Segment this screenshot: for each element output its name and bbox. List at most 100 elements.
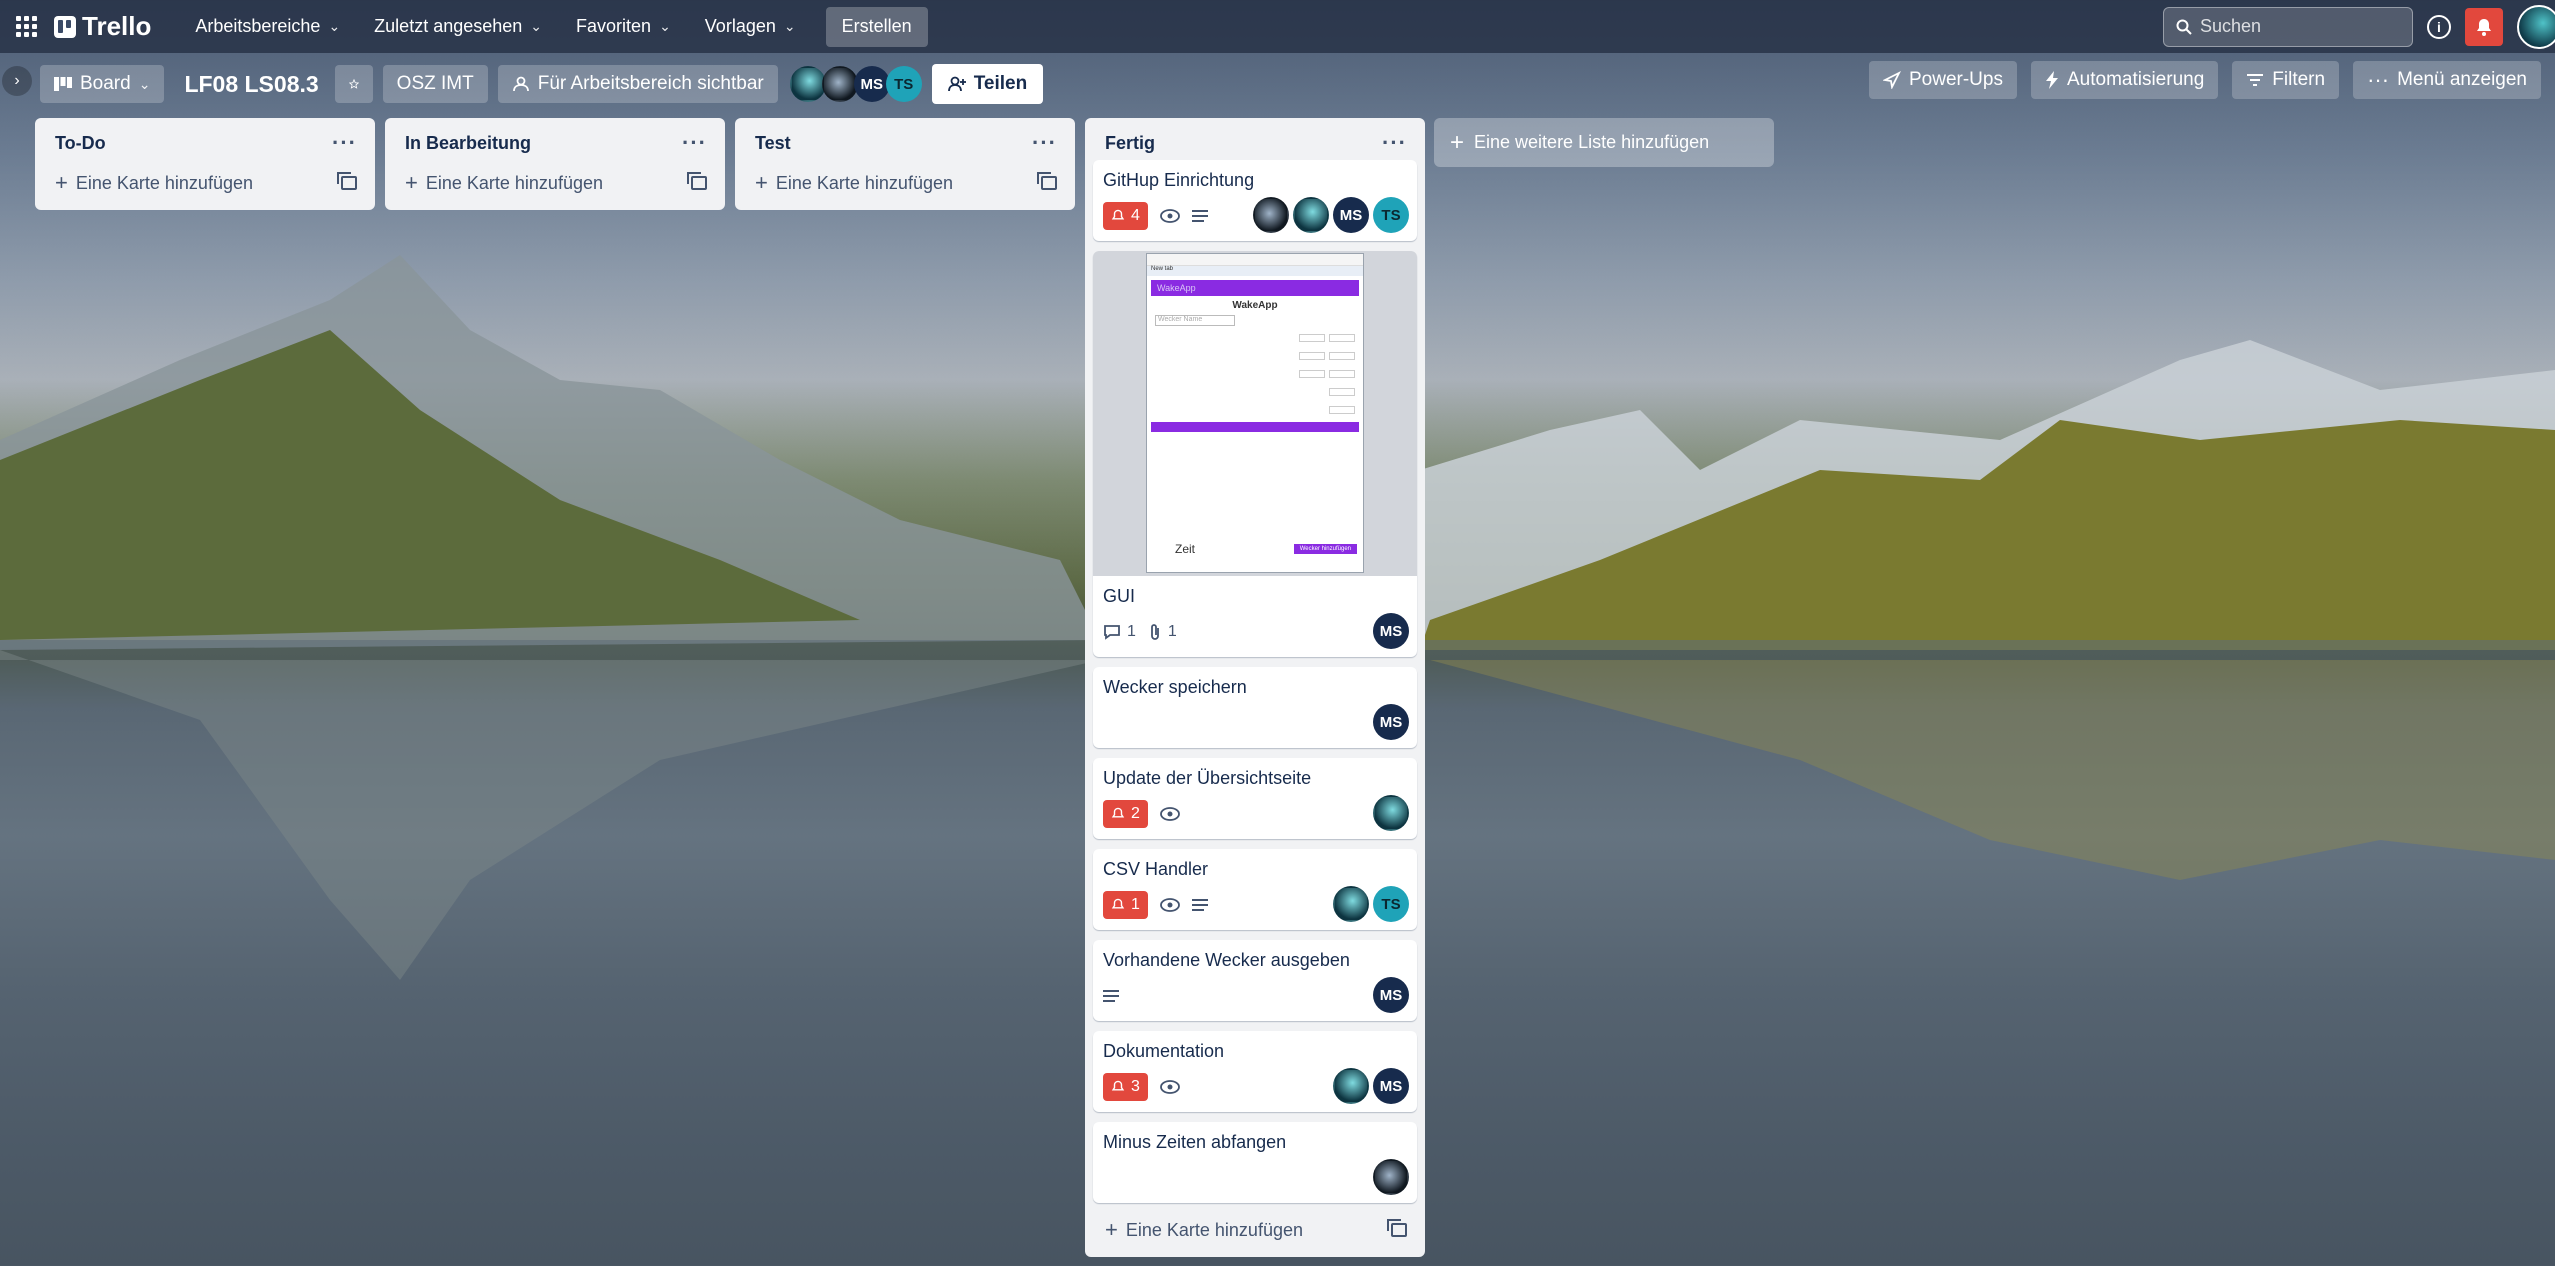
menu-starred[interactable]: Favoriten ⌄ bbox=[562, 9, 685, 45]
board-members: MS TS bbox=[789, 66, 922, 102]
member-avatar-ts[interactable]: TS bbox=[885, 66, 922, 102]
eye-icon bbox=[1160, 209, 1180, 223]
create-button[interactable]: Erstellen bbox=[825, 6, 928, 47]
template-icon[interactable] bbox=[1387, 1219, 1407, 1237]
card-dokumentation[interactable]: Dokumentation 3 MS bbox=[1093, 1031, 1417, 1112]
member-avatar-photo[interactable] bbox=[1333, 1068, 1369, 1104]
rocket-icon bbox=[1883, 71, 1901, 89]
visibility-button[interactable]: Für Arbeitsbereich sichtbar bbox=[497, 65, 778, 103]
powerups-label: Power-Ups bbox=[1909, 69, 2003, 90]
lightning-icon bbox=[2045, 71, 2058, 89]
comments-count: 1 bbox=[1127, 623, 1136, 640]
template-icon[interactable] bbox=[687, 172, 707, 190]
member-avatar-photo[interactable] bbox=[1373, 1159, 1409, 1195]
add-card-button[interactable]: + Eine Karte hinzufügen bbox=[393, 164, 717, 202]
bell-icon bbox=[1111, 209, 1125, 220]
list-menu-icon[interactable]: ··· bbox=[682, 132, 707, 154]
plus-icon: + bbox=[1450, 128, 1465, 156]
list-title[interactable]: Fertig bbox=[1105, 133, 1155, 154]
member-avatar-ms[interactable]: MS bbox=[1373, 613, 1409, 649]
member-avatar-photo[interactable] bbox=[1293, 197, 1329, 233]
plus-icon: + bbox=[755, 170, 768, 195]
bell-icon bbox=[1111, 807, 1125, 818]
card-csv-handler[interactable]: CSV Handler 1 TS bbox=[1093, 849, 1417, 930]
show-menu-button[interactable]: ··· Menü anzeigen bbox=[2353, 61, 2541, 99]
member-avatar-ms[interactable]: MS bbox=[1373, 977, 1409, 1013]
notifications-button[interactable] bbox=[2465, 7, 2503, 46]
window-titlebar bbox=[1147, 254, 1363, 266]
card-vorhandene-wecker[interactable]: Vorhandene Wecker ausgeben MS bbox=[1093, 940, 1417, 1021]
card-github[interactable]: GitHup Einrichtung 4 MS TS bbox=[1093, 160, 1417, 241]
list-done: Fertig ··· GitHup Einrichtung 4 MS TS Ne… bbox=[1085, 118, 1425, 1257]
member-avatar-photo[interactable] bbox=[1373, 795, 1409, 831]
member-avatar-ms[interactable]: MS bbox=[1373, 704, 1409, 740]
member-avatar-photo[interactable] bbox=[1333, 886, 1369, 922]
top-navigation: Trello Arbeitsbereiche ⌄ Zuletzt angesehe… bbox=[0, 0, 2555, 53]
eye-icon bbox=[1160, 898, 1180, 912]
member-avatar-ts[interactable]: TS bbox=[1373, 197, 1409, 233]
filter-label: Filtern bbox=[2272, 69, 2326, 90]
menu-workspaces[interactable]: Arbeitsbereiche ⌄ bbox=[181, 9, 354, 45]
add-card-button[interactable]: + Eine Karte hinzufügen bbox=[1093, 1211, 1417, 1249]
card-title: GitHup Einrichtung bbox=[1103, 170, 1255, 190]
add-card-label: Eine Karte hinzufügen bbox=[425, 172, 603, 193]
list-title[interactable]: Test bbox=[755, 133, 791, 154]
member-avatar-photo[interactable] bbox=[821, 66, 858, 102]
card-update-uebersicht[interactable]: Update der Übersichtseite 2 bbox=[1093, 758, 1417, 839]
menu-templates[interactable]: Vorlagen ⌄ bbox=[691, 9, 810, 45]
app-switcher-icon[interactable] bbox=[12, 13, 40, 41]
info-icon[interactable]: i bbox=[2427, 14, 2451, 39]
add-card-button[interactable]: + Eine Karte hinzufügen bbox=[743, 164, 1067, 202]
share-button[interactable]: Teilen bbox=[931, 64, 1044, 104]
list-menu-icon[interactable]: ··· bbox=[1032, 132, 1057, 154]
card-wecker-speichern[interactable]: Wecker speichern MS bbox=[1093, 667, 1417, 748]
trello-logo[interactable]: Trello bbox=[54, 11, 151, 42]
people-icon bbox=[512, 76, 529, 92]
board-title[interactable]: LF08 LS08.3 bbox=[174, 71, 328, 98]
member-avatar-photo[interactable] bbox=[789, 66, 826, 102]
filter-button[interactable]: Filtern bbox=[2232, 61, 2340, 99]
plus-icon: + bbox=[405, 170, 418, 195]
attachments-badge: 1 bbox=[1148, 623, 1177, 641]
wakeapp-screenshot: New tab WakeApp WakeApp Wecker Name Zeit… bbox=[1146, 253, 1364, 573]
add-card-button[interactable]: + Eine Karte hinzufügen bbox=[43, 164, 367, 202]
list-title[interactable]: In Bearbeitung bbox=[405, 133, 531, 154]
card-minus-zeiten[interactable]: Minus Zeiten abfangen bbox=[1093, 1122, 1417, 1203]
account-avatar[interactable] bbox=[2517, 4, 2555, 49]
list-menu-icon[interactable]: ··· bbox=[332, 132, 357, 154]
card-title: Vorhandene Wecker ausgeben bbox=[1103, 950, 1350, 970]
star-button[interactable] bbox=[334, 65, 373, 103]
add-alarm-button: Wecker hinzufügen bbox=[1293, 544, 1357, 554]
notification-badge: 4 bbox=[1103, 202, 1148, 230]
member-avatar-ms[interactable]: MS bbox=[853, 66, 890, 102]
card-title: Wecker speichern bbox=[1103, 677, 1247, 697]
board-view-button[interactable]: Board ⌄ bbox=[40, 65, 165, 103]
list-title[interactable]: To-Do bbox=[55, 133, 106, 154]
menu-recent[interactable]: Zuletzt angesehen ⌄ bbox=[360, 9, 556, 45]
automation-button[interactable]: Automatisierung bbox=[2030, 61, 2219, 99]
card-title: CSV Handler bbox=[1103, 859, 1209, 879]
bell-icon bbox=[1111, 1080, 1125, 1091]
board-header-right: Power-Ups Automatisierung Filtern ··· Me… bbox=[1869, 61, 2555, 99]
notification-badge: 3 bbox=[1103, 1073, 1148, 1101]
member-avatar-ts[interactable]: TS bbox=[1373, 886, 1409, 922]
template-icon[interactable] bbox=[337, 172, 357, 190]
card-gui[interactable]: New tab WakeApp WakeApp Wecker Name Zeit… bbox=[1093, 251, 1417, 657]
list-menu-icon[interactable]: ··· bbox=[1382, 132, 1407, 154]
more-icon: ··· bbox=[2367, 67, 2390, 92]
list-header: Fertig ··· bbox=[1093, 126, 1417, 160]
powerups-button[interactable]: Power-Ups bbox=[1869, 61, 2017, 99]
member-avatar-ms[interactable]: MS bbox=[1373, 1068, 1409, 1104]
add-person-icon bbox=[947, 76, 966, 92]
comment-icon bbox=[1104, 625, 1120, 640]
card-title: Dokumentation bbox=[1103, 1041, 1225, 1061]
add-list-button[interactable]: + Eine weitere Liste hinzufügen bbox=[1434, 118, 1774, 167]
member-avatar-ms[interactable]: MS bbox=[1333, 197, 1369, 233]
search-input[interactable]: Suchen bbox=[2163, 6, 2413, 47]
template-icon[interactable] bbox=[1037, 172, 1057, 190]
show-menu-label: Menü anzeigen bbox=[2397, 69, 2527, 90]
workspace-button[interactable]: OSZ IMT bbox=[382, 65, 488, 103]
automation-label: Automatisierung bbox=[2066, 69, 2205, 90]
add-card-label: Eine Karte hinzufügen bbox=[1125, 1219, 1303, 1240]
member-avatar-photo[interactable] bbox=[1253, 197, 1289, 233]
